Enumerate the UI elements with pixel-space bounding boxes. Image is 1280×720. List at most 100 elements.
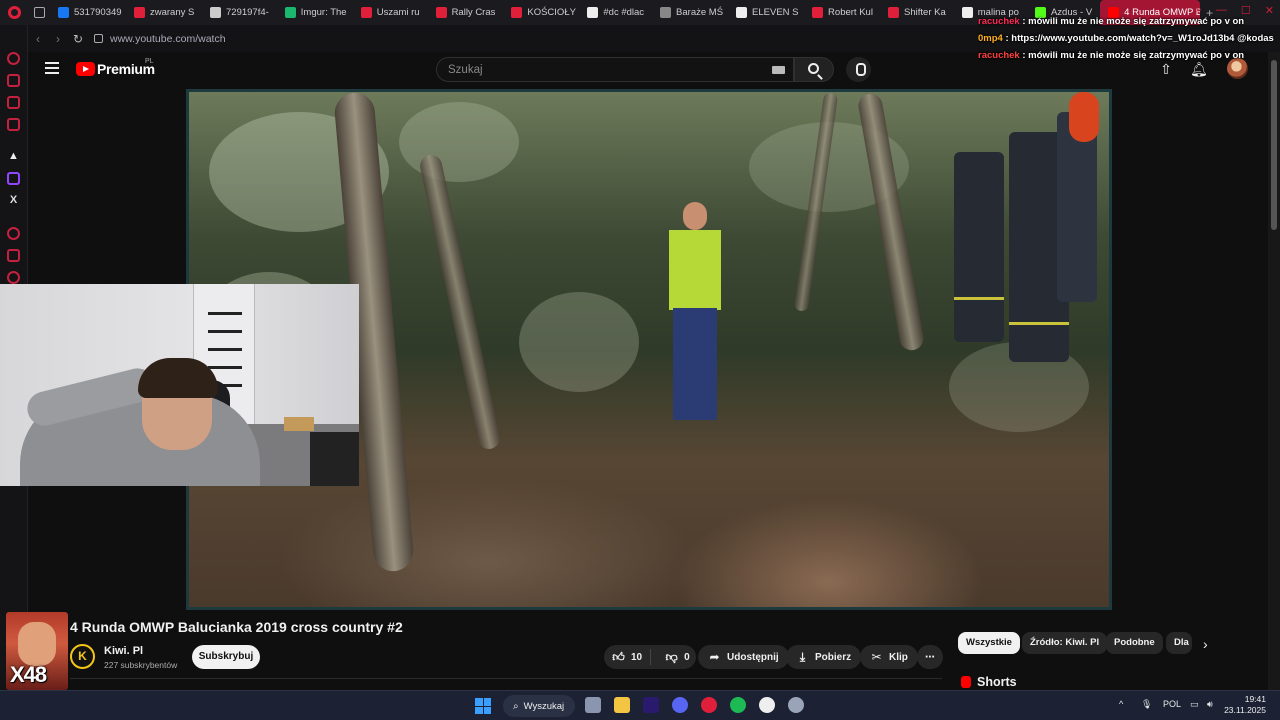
like-dislike-group: 👍︎ 10 👎︎ 0 <box>604 645 696 669</box>
chip-similar[interactable]: Podobne <box>1106 632 1163 654</box>
sidebar-messenger-icon[interactable] <box>7 96 20 109</box>
browser-tab[interactable]: KOŚCIOŁY <box>503 0 579 25</box>
voice-search-button[interactable] <box>846 57 871 82</box>
tab-favicon-icon <box>812 7 824 18</box>
divider <box>70 678 942 679</box>
scrollbar-thumb[interactable] <box>1271 60 1277 230</box>
system-clock[interactable]: 19:41 23.11.2025 <box>1222 694 1266 716</box>
sidebar-settings-icon[interactable] <box>7 271 20 284</box>
chat-message: racuchek : mówili mu że nie może się zat… <box>978 47 1278 64</box>
back-icon[interactable]: ‹ <box>28 32 48 46</box>
chat-text: : https://www.youtube.com/watch?v=_W1roJ… <box>1005 33 1274 44</box>
reload-icon[interactable]: ↻ <box>68 32 88 46</box>
forward-icon[interactable]: › <box>48 32 68 46</box>
sidebar-downloads-icon[interactable] <box>7 249 20 262</box>
like-button[interactable]: 👍︎ 10 <box>604 649 652 665</box>
search-button[interactable] <box>794 57 834 82</box>
microphone-icon[interactable]: 🎙︎ <box>1141 699 1152 710</box>
tab-label: #dc #dlac <box>603 7 645 18</box>
search-icon <box>808 63 819 74</box>
search-input[interactable] <box>437 58 757 81</box>
tab-favicon-icon <box>736 7 748 18</box>
chevron-right-icon[interactable]: › <box>1203 636 1208 652</box>
tab-workspaces[interactable] <box>28 0 50 25</box>
tab-label: 729197f4- <box>226 7 269 18</box>
clock-time: 19:41 <box>1244 694 1266 704</box>
sidebar-history-icon[interactable] <box>7 227 20 240</box>
keyboard-icon[interactable] <box>772 66 785 74</box>
folder-icon[interactable] <box>614 697 630 713</box>
sidebar-instagram-icon[interactable] <box>7 118 20 131</box>
display-icon[interactable]: ▭ <box>1190 699 1199 710</box>
page-scrollbar[interactable] <box>1268 52 1280 690</box>
volume-icon[interactable]: 🔊︎ <box>1207 699 1213 710</box>
browser-tab[interactable]: Shifter Ka <box>880 0 954 25</box>
opera-icon[interactable] <box>701 697 717 713</box>
tab-favicon-icon <box>210 7 221 18</box>
browser-tab[interactable]: Imgur: The <box>277 0 353 25</box>
tab-label: Uszami ru <box>376 7 420 18</box>
more-actions-button[interactable]: ⋯ <box>917 645 943 669</box>
like-count: 10 <box>631 651 643 663</box>
tab-label: Rally Cras <box>451 7 496 18</box>
scissors-icon: ✂ <box>871 650 882 664</box>
tab-favicon-icon <box>435 7 447 18</box>
browser-tab[interactable]: ELEVEN S <box>728 0 804 25</box>
taskbar-search[interactable]: ⌕ Wyszukaj <box>503 695 575 717</box>
chat-text: : mówili mu że nie może się zatrzymywać … <box>1022 16 1245 27</box>
chip-all[interactable]: Wszystkie <box>958 632 1020 654</box>
browser-tab[interactable]: Robert Kul <box>804 0 880 25</box>
youtube-logo-icon[interactable] <box>76 62 95 76</box>
country-code: PL <box>145 58 154 65</box>
subscribe-button[interactable]: Subskrybuj <box>192 645 260 669</box>
chat-text: : mówili mu że nie może się zatrzymywać … <box>1022 50 1245 61</box>
browser-tab[interactable]: 729197f4- <box>202 0 277 25</box>
shorts-label: Shorts <box>977 675 1017 689</box>
chip-source[interactable]: Źródło: Kiwi. Pl <box>1022 632 1108 654</box>
windows-start-icon[interactable] <box>475 698 491 714</box>
tray-chevron-icon[interactable]: ^ <box>1119 699 1123 709</box>
video-title: 4 Runda OMWP Balucianka 2019 cross count… <box>70 619 403 635</box>
browser-tab[interactable]: #dc #dlac <box>579 0 652 25</box>
browser-tab[interactable]: zwarany S <box>126 0 202 25</box>
browser-tab[interactable]: Rally Cras <box>428 0 504 25</box>
language-indicator[interactable]: POL <box>1163 699 1181 709</box>
clip-button[interactable]: ✂ Klip <box>860 645 918 669</box>
browser-tab[interactable]: Baraże MŚ <box>652 0 728 25</box>
download-button[interactable]: ⤓ Pobierz <box>786 645 862 669</box>
browser-tab[interactable]: Uszami ru <box>353 0 428 25</box>
tab-favicon-icon <box>961 7 973 18</box>
chat-nick: racuchek <box>978 50 1020 61</box>
share-button[interactable]: ➦ Udostępnij <box>698 645 789 669</box>
premiere-icon[interactable] <box>643 697 659 713</box>
menu-icon[interactable] <box>45 62 59 74</box>
tab-label: ELEVEN S <box>752 7 799 18</box>
dislike-button[interactable]: 👎︎ 0 <box>657 650 690 665</box>
url-field[interactable]: www.youtube.com/watch <box>110 33 226 45</box>
tab-label: KOŚCIOŁY <box>527 7 576 18</box>
tab-favicon-icon <box>58 7 69 18</box>
chat-nick: 0mp4 <box>978 33 1003 44</box>
sidebar-speed-dial-icon[interactable] <box>7 52 20 65</box>
chip-for-you[interactable]: Dla <box>1166 632 1192 654</box>
tab-favicon-icon <box>284 7 296 18</box>
browser-tab[interactable]: 531790349 <box>50 0 126 25</box>
emote-label: X48 <box>10 662 47 687</box>
sidebar-x-icon[interactable]: X <box>7 194 20 207</box>
more-icon: ⋯ <box>925 651 935 663</box>
channel-avatar[interactable]: K <box>70 644 95 669</box>
thumbs-up-icon: 👍︎ <box>612 649 625 664</box>
channel-name[interactable]: Kiwi. Pl <box>104 645 143 657</box>
github-icon[interactable] <box>759 697 775 713</box>
tab-label: Robert Kul <box>828 7 873 18</box>
explorer-icon[interactable] <box>585 697 601 713</box>
steam-icon[interactable] <box>788 697 804 713</box>
sidebar-twitch-icon[interactable] <box>7 172 20 185</box>
opera-logo-icon[interactable] <box>0 0 28 25</box>
discord-icon[interactable] <box>672 697 688 713</box>
clock-date: 23.11.2025 <box>1224 705 1266 715</box>
tab-label: Shifter Ka <box>904 7 946 18</box>
sidebar-ai-icon[interactable]: ▲ <box>7 150 20 163</box>
spotify-icon[interactable] <box>730 697 746 713</box>
sidebar-bookmarks-icon[interactable] <box>7 74 20 87</box>
